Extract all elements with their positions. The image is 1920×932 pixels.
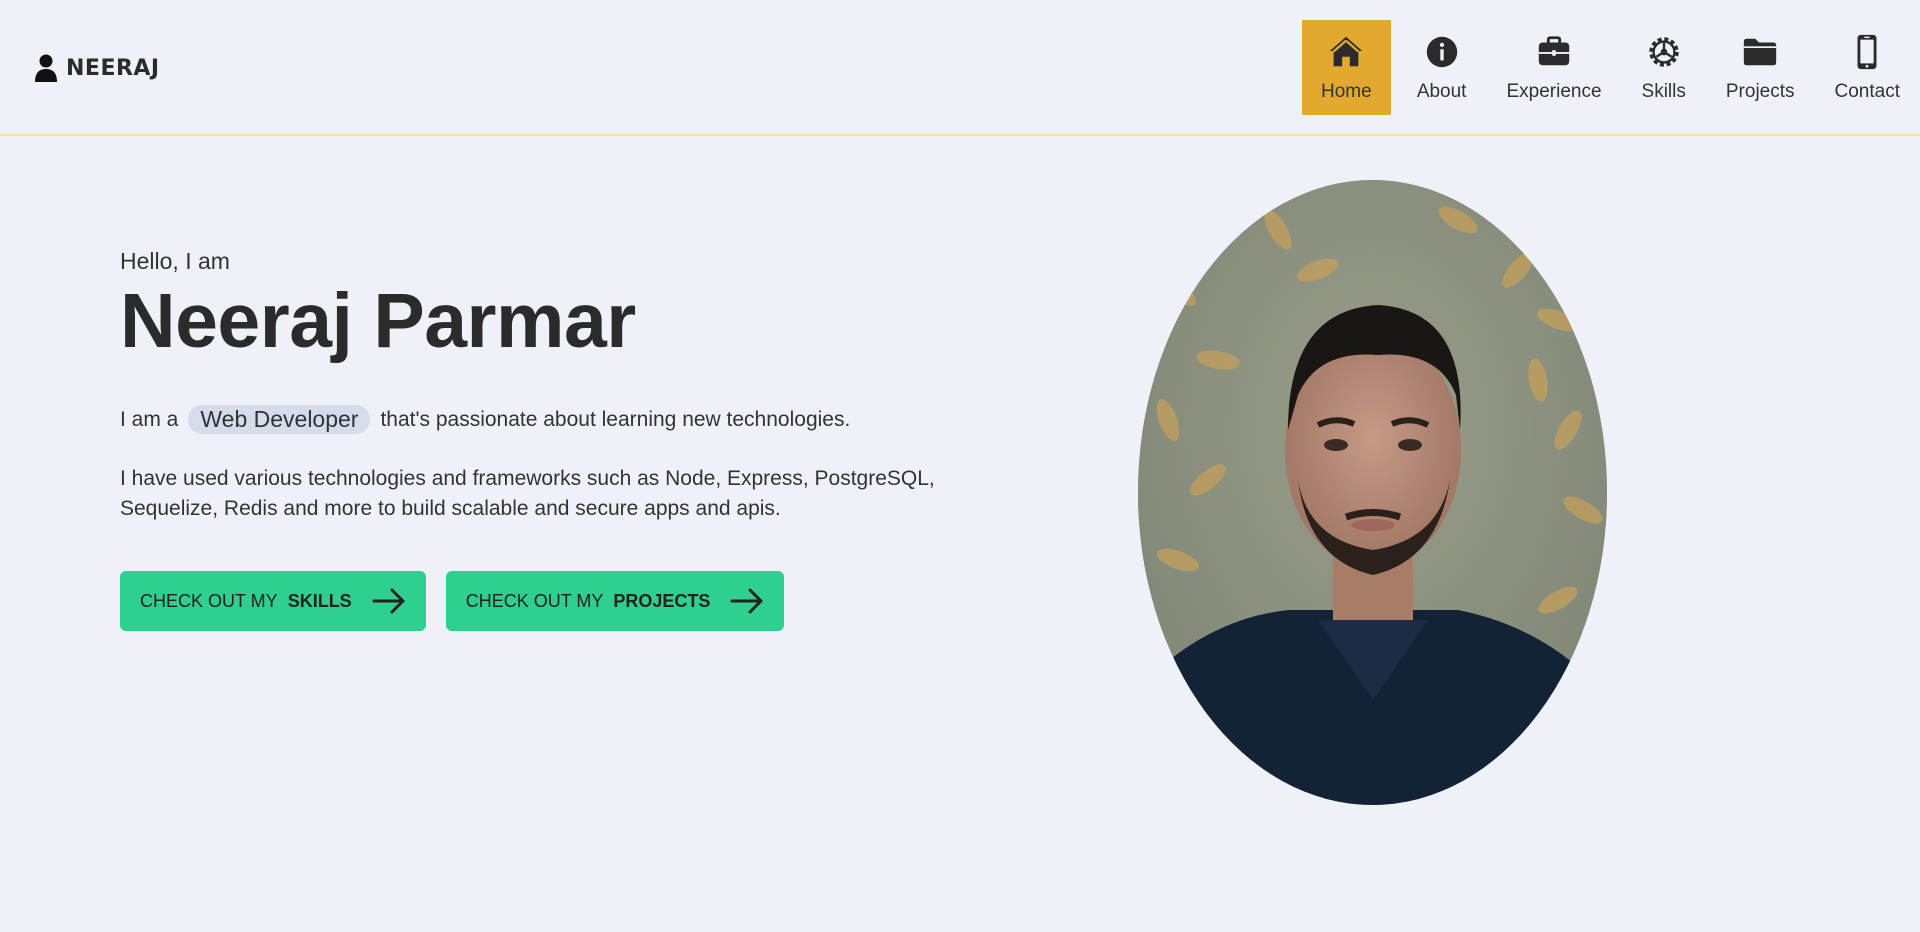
phone-icon	[1857, 34, 1877, 69]
hero-buttons: CHECK OUT MY SKILLS CHECK OUT MY PROJECT…	[120, 571, 940, 631]
check-projects-button[interactable]: CHECK OUT MY PROJECTS	[445, 571, 785, 631]
nav-label: Projects	[1725, 80, 1795, 102]
info-icon	[1426, 36, 1457, 67]
button-strong: PROJECTS	[613, 590, 711, 611]
user-icon	[35, 54, 57, 82]
nav-item-about[interactable]: About	[1397, 20, 1487, 115]
site-header: NEERAJ Home About Experience Skills Proj…	[0, 0, 1920, 136]
arrow-right-icon	[730, 588, 763, 614]
hero-section: Hello, I am Neeraj Parmar I am a Web Dev…	[120, 248, 940, 631]
gear-icon	[1648, 36, 1679, 67]
nav-label: Contact	[1834, 80, 1900, 102]
nav-item-experience[interactable]: Experience	[1486, 20, 1621, 115]
hero-description: I have used various technologies and fra…	[120, 467, 935, 520]
nav-label: Skills	[1641, 80, 1686, 102]
role-badge: Web Developer	[188, 405, 371, 434]
nav-item-projects[interactable]: Projects	[1706, 20, 1815, 115]
hero-greeting: Hello, I am	[120, 248, 230, 274]
brand-name: NEERAJ	[66, 55, 160, 81]
nav-item-contact[interactable]: Contact	[1815, 20, 1920, 115]
button-prefix: CHECK OUT MY	[465, 590, 604, 611]
nav-item-skills[interactable]: Skills	[1622, 20, 1706, 115]
nav-item-home[interactable]: Home	[1301, 20, 1391, 115]
hero-name: Neeraj Parmar	[120, 278, 636, 364]
check-skills-button[interactable]: CHECK OUT MY SKILLS	[120, 571, 426, 631]
profile-photo	[1138, 180, 1607, 805]
folder-icon	[1744, 38, 1777, 65]
briefcase-icon	[1538, 35, 1570, 65]
home-icon	[1330, 36, 1363, 66]
nav-label: Experience	[1506, 80, 1602, 102]
button-prefix: CHECK OUT MY	[140, 590, 278, 611]
hero-tagline: I am a Web Developer that's passionate a…	[120, 405, 940, 434]
main-nav: Home About Experience Skills Projects Co…	[1301, 20, 1920, 115]
tagline-suffix: that's passionate about learning new tec…	[380, 407, 851, 431]
nav-label: About	[1416, 80, 1467, 102]
arrow-right-icon	[372, 588, 405, 614]
nav-label: Home	[1320, 80, 1372, 102]
profile-photo-illustration	[1138, 180, 1607, 805]
tagline-prefix: I am a	[120, 407, 179, 431]
button-strong: SKILLS	[287, 590, 352, 611]
brand-logo[interactable]: NEERAJ	[34, 52, 160, 84]
